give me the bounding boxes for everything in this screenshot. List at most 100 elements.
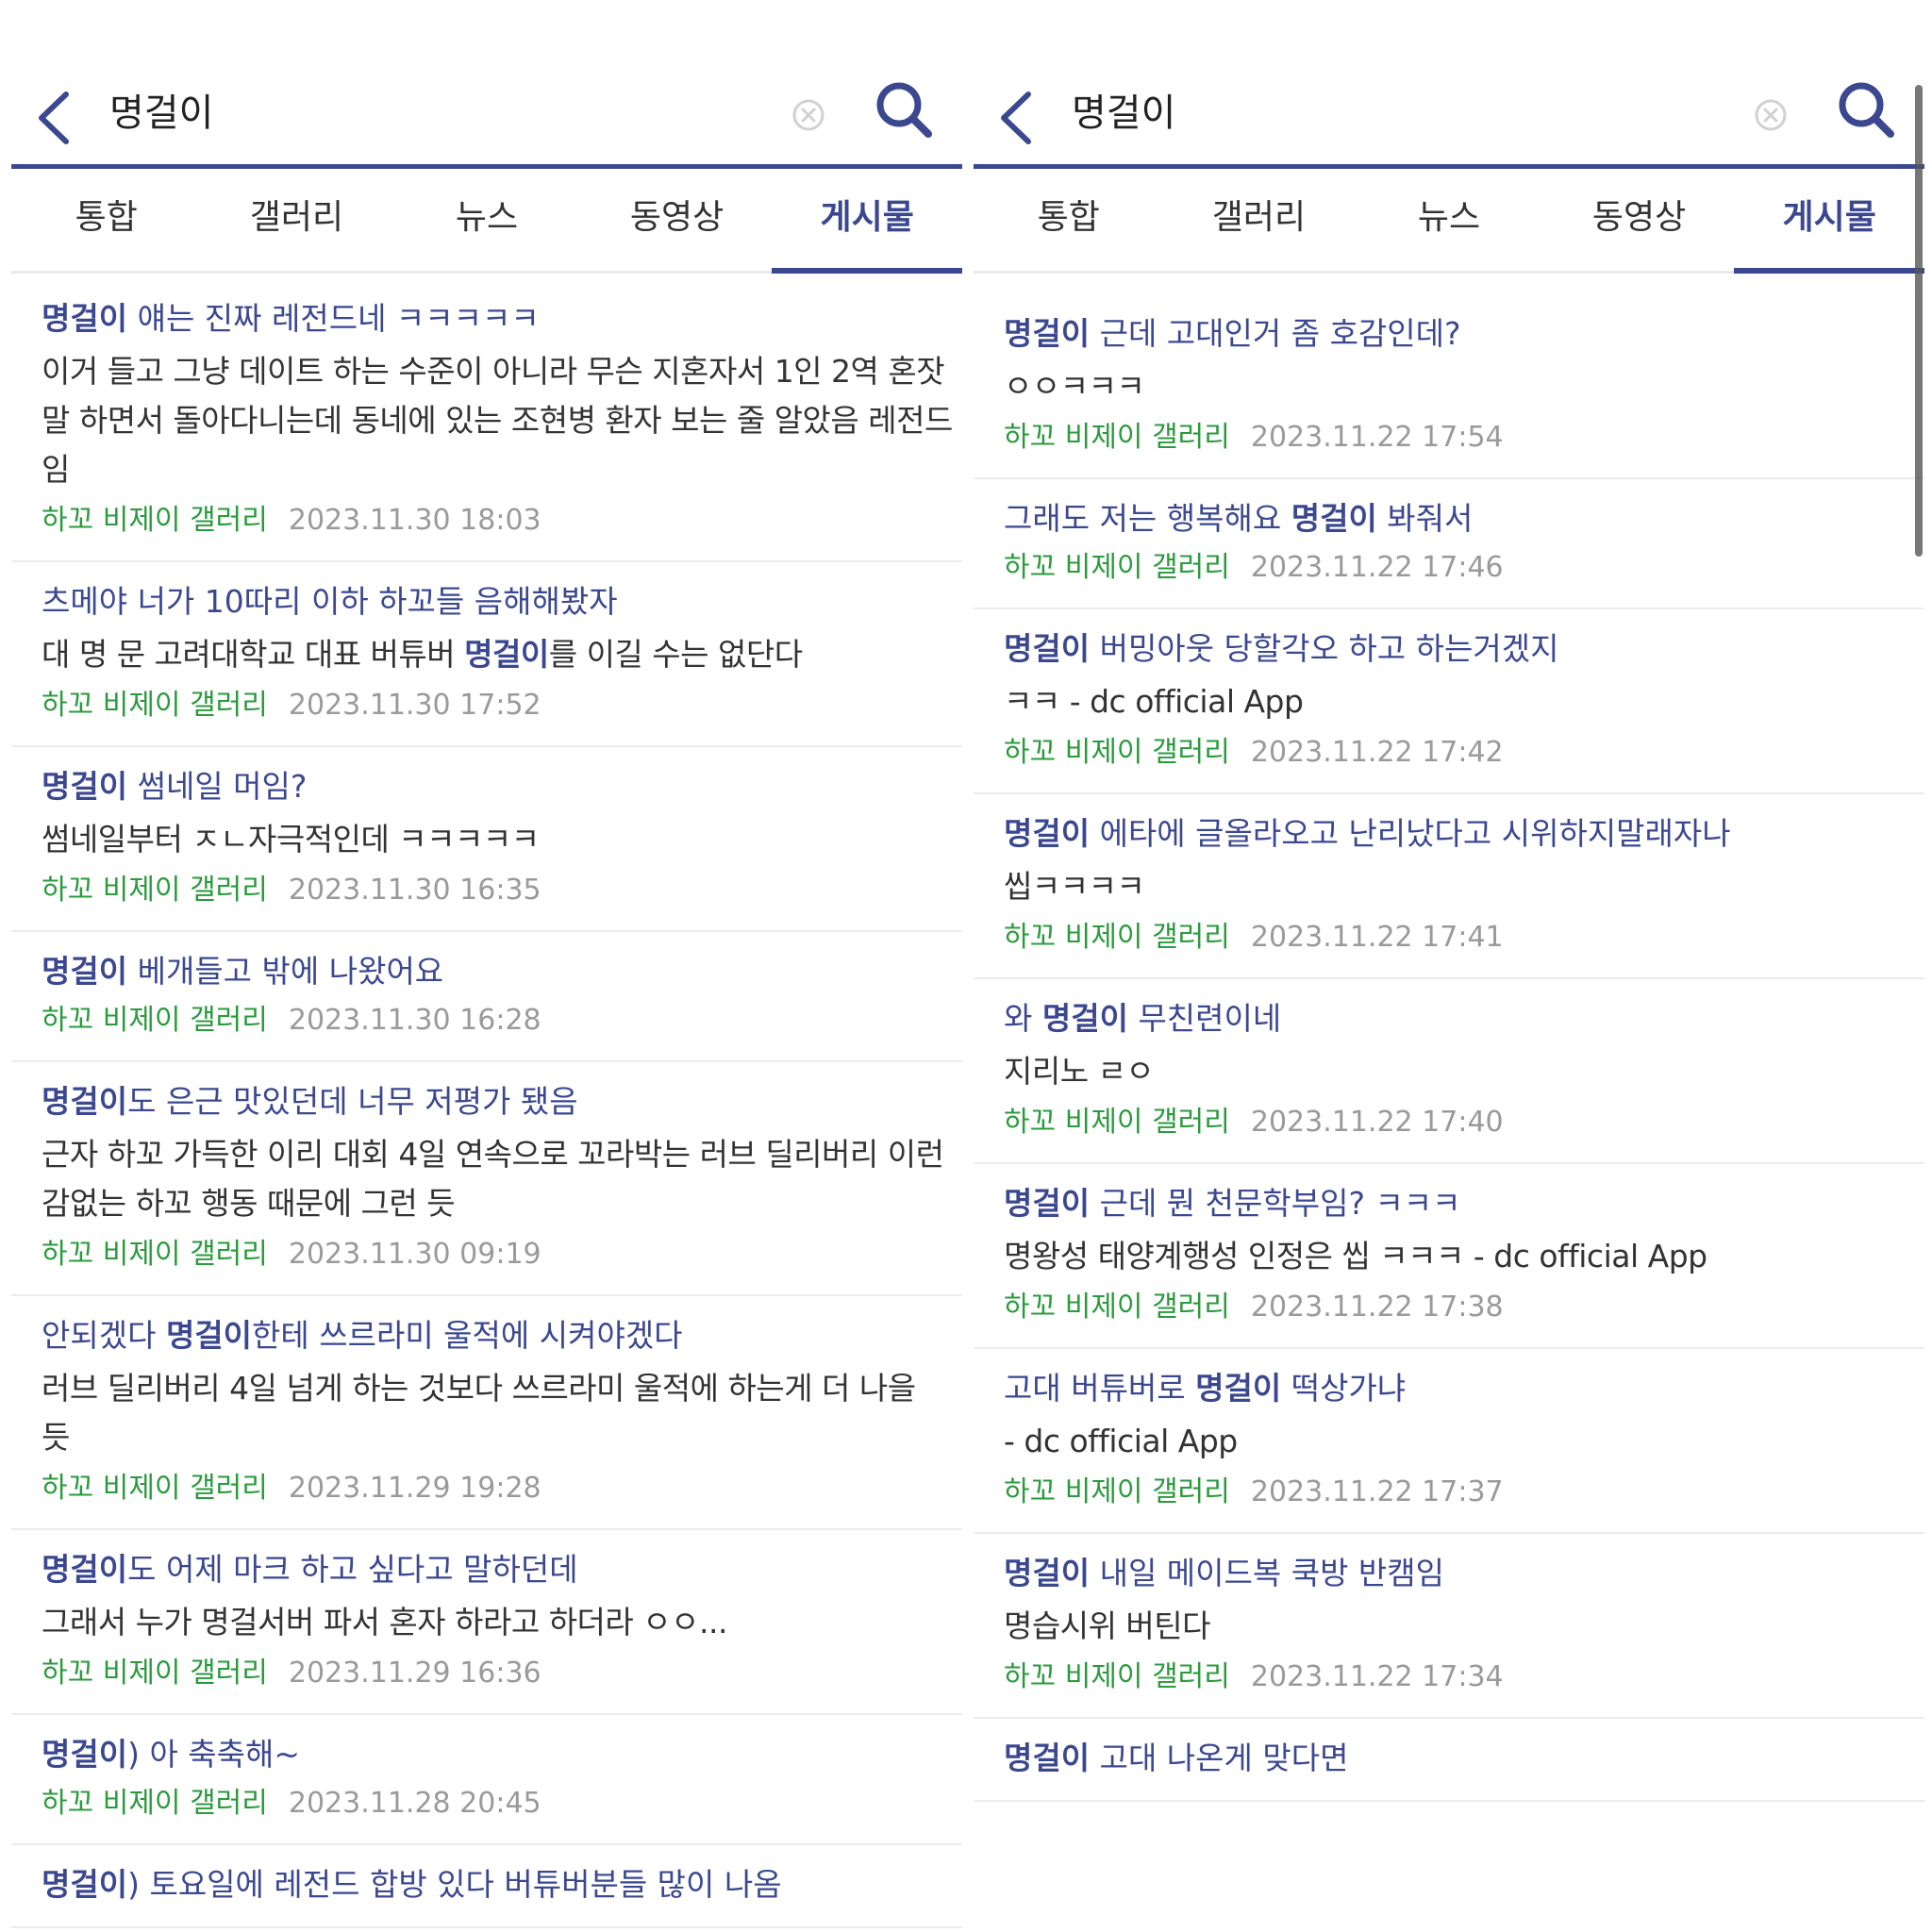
result-item[interactable]: 명걸이) 토요일에 레전드 합방 있다 버튜버분들 많이 나옴 (11, 1845, 962, 1928)
gallery-link[interactable]: 하꼬 비제이 갤러리 (1004, 1106, 1230, 1139)
result-snippet: ㅇㅇㅋㅋㅋ (1004, 362, 1915, 411)
result-item[interactable]: 명걸이도 은근 맛있던데 너무 저평가 됐음근자 하꼬 가득한 이리 대회 4일… (11, 1062, 962, 1296)
result-meta: 하꼬 비제이 갤러리 2023.11.22 17:41 (1004, 917, 1915, 958)
clear-icon[interactable] (791, 98, 825, 132)
clear-icon[interactable] (1754, 98, 1788, 132)
result-title[interactable]: 명걸이 근데 뭔 천문학부임? ㅋㅋㅋ (1004, 1181, 1915, 1226)
result-item[interactable]: 명걸이 고대 나온게 맞다면 (974, 1719, 1924, 1802)
result-title[interactable]: 명걸이 썸네일 머임? (42, 764, 953, 809)
result-title[interactable]: 명걸이 베개들고 밖에 나왔어요 (42, 949, 953, 994)
result-item[interactable]: 명걸이 베개들고 밖에 나왔어요 하꼬 비제이 갤러리 2023.11.30 16:… (11, 932, 962, 1062)
gallery-link[interactable]: 하꼬 비제이 갤러리 (1004, 1291, 1230, 1324)
tab-integrated[interactable]: 통합 (11, 169, 202, 271)
result-item[interactable]: 명걸이) 아 축축해~ 하꼬 비제이 갤러리 2023.11.28 20:45 (11, 1715, 962, 1845)
gallery-link[interactable]: 하꼬 비제이 갤러리 (42, 1472, 268, 1505)
gallery-link[interactable]: 하꼬 비제이 갤러리 (42, 1238, 268, 1271)
search-bar: 명걸이 (11, 66, 962, 169)
result-snippet: 근자 하꼬 가득한 이리 대회 4일 연속으로 꼬라박는 러브 딜리버리 이런 … (42, 1130, 953, 1228)
result-title[interactable]: 명걸이도 은근 맛있던데 너무 저평가 됐음 (42, 1079, 953, 1124)
gallery-link[interactable]: 하꼬 비제이 갤러리 (42, 874, 268, 907)
result-title[interactable]: 츠메야 너가 10따리 이하 하꼬들 음해해봤자 (42, 579, 953, 625)
result-title[interactable]: 와 명걸이 무친련이네 (1004, 996, 1915, 1041)
text-segment: 와 (1004, 1000, 1042, 1037)
keyword-highlight: 명걸이 (1004, 1740, 1091, 1776)
gallery-link[interactable]: 하꼬 비제이 갤러리 (1004, 1660, 1230, 1693)
result-item[interactable]: 명걸이 썸네일 머임? 썸네일부터 ㅈㄴ자극적인데 ㅋㅋㅋㅋㅋ 하꼬 비제이 갤러리… (11, 747, 962, 932)
gallery-link[interactable]: 하꼬 비제이 갤러리 (1004, 1475, 1230, 1508)
result-snippet: 씹ㅋㅋㅋㅋ (1004, 862, 1915, 911)
gallery-link[interactable]: 하꼬 비제이 갤러리 (42, 504, 268, 537)
tab-bar: 통합 갤러리 뉴스 동영상 게시물 (11, 169, 962, 274)
gallery-link[interactable]: 하꼬 비제이 갤러리 (1004, 551, 1230, 584)
results-list: 명걸이 얘는 진짜 레전드네 ㅋㅋㅋㅋㅋ 이거 들고 그냥 데이트 하는 수준이 … (11, 279, 962, 1932)
gallery-link[interactable]: 하꼬 비제이 갤러리 (1004, 921, 1230, 954)
result-item[interactable]: 명걸이 내일 메이드복 쿡방 반캠임명습시위 버틴다하꼬 비제이 갤러리 2023… (974, 1534, 1924, 1719)
scrollbar[interactable] (1915, 85, 1923, 557)
post-date: 2023.11.22 17:41 (1250, 921, 1504, 954)
result-item[interactable]: 명걸이 에타에 글올라오고 난리났다고 시위하지말래자나씹ㅋㅋㅋㅋ 하꼬 비제이 … (974, 794, 1924, 979)
text-segment: 무친련이네 (1127, 1000, 1282, 1037)
text-segment: ㅇㅇㅋㅋㅋ (1004, 368, 1145, 405)
result-snippet: 명습시위 버틴다 (1004, 1602, 1915, 1651)
tab-news[interactable]: 뉴스 (391, 169, 582, 271)
text-segment: 를 이길 수는 없단다 (548, 636, 803, 673)
back-arrow-icon[interactable] (996, 91, 1038, 145)
result-item[interactable]: 명걸이 근데 뭔 천문학부임? ㅋㅋㅋ 명왕성 태양계행성 인정은 씹 ㅋㅋㅋ -… (974, 1164, 1924, 1349)
result-item[interactable]: 와 명걸이 무친련이네지리노 ㄹㅇ 하꼬 비제이 갤러리 2023.11.22 17… (974, 979, 1924, 1164)
result-snippet: 지리노 ㄹㅇ (1004, 1047, 1915, 1096)
tab-video[interactable]: 동영상 (1544, 169, 1735, 271)
result-title[interactable]: 명걸이 내일 메이드복 쿡방 반캠임 (1004, 1551, 1915, 1596)
result-title[interactable]: 안되겠다 명걸이한테 쓰르라미 울적에 시켜야겠다 (42, 1313, 953, 1358)
back-arrow-icon[interactable] (34, 91, 75, 145)
gallery-link[interactable]: 하꼬 비제이 갤러리 (42, 1787, 268, 1820)
result-title[interactable]: 명걸이 버밍아웃 당할각오 하고 하는거겠지 (1004, 626, 1915, 672)
result-meta: 하꼬 비제이 갤러리 2023.11.22 17:34 (1004, 1657, 1915, 1698)
post-date: 2023.11.22 17:40 (1250, 1106, 1504, 1139)
gallery-link[interactable]: 하꼬 비제이 갤러리 (42, 1004, 268, 1037)
search-icon[interactable] (874, 79, 936, 142)
result-title[interactable]: 명걸이 근데 고대인거 좀 호감인데? (1004, 311, 1915, 357)
tab-gallery[interactable]: 갤러리 (202, 169, 392, 271)
text-segment: 이거 들고 그냥 데이트 하는 수준이 아니라 무슨 지혼자서 1인 2역 혼잣… (42, 353, 953, 488)
text-segment: ㅋㅋ - dc official App (1004, 683, 1304, 720)
text-segment: 도 어제 마크 하고 싶다고 말하던데 (127, 1551, 578, 1588)
result-title[interactable]: 고대 버튜버로 명걸이 떡상가냐 (1004, 1366, 1915, 1411)
result-item[interactable]: 그래도 저는 행복해요 명걸이 봐줘서 하꼬 비제이 갤러리 2023.11.22 … (974, 479, 1924, 609)
gallery-link[interactable]: 하꼬 비제이 갤러리 (42, 689, 268, 722)
text-segment: 그래도 저는 행복해요 (1004, 500, 1291, 537)
tab-news[interactable]: 뉴스 (1354, 169, 1544, 271)
result-title[interactable]: 명걸이 에타에 글올라오고 난리났다고 시위하지말래자나 (1004, 811, 1915, 857)
result-meta: 하꼬 비제이 갤러리 2023.11.22 17:38 (1004, 1287, 1915, 1328)
result-item[interactable]: 명걸이도 어제 마크 하고 싶다고 말하던데그래서 누가 명걸서버 파서 혼자 … (11, 1530, 962, 1715)
result-item[interactable]: 츠메야 너가 10따리 이하 하꼬들 음해해봤자 대 명 문 고려대학교 대표 버… (11, 562, 962, 747)
text-segment: 그래서 누가 명걸서버 파서 혼자 하라고 하더라 ㅇㅇ... (42, 1604, 727, 1641)
search-bar: 명걸이 (974, 66, 1924, 169)
result-title[interactable]: 명걸이 고대 나온게 맞다면 (1004, 1736, 1915, 1781)
search-input[interactable]: 명걸이 (109, 87, 213, 140)
result-item[interactable]: 고대 버튜버로 명걸이 떡상가냐 - dc official App 하꼬 비제이 … (974, 1349, 1924, 1534)
tab-integrated[interactable]: 통합 (974, 169, 1164, 271)
search-input[interactable]: 명걸이 (1072, 87, 1175, 140)
tab-posts[interactable]: 게시물 (772, 169, 962, 274)
search-icon[interactable] (1836, 79, 1898, 142)
result-item[interactable]: 명걸이 근데 고대인거 좀 호감인데? ㅇㅇㅋㅋㅋ 하꼬 비제이 갤러리 2023.1… (974, 294, 1924, 479)
gallery-link[interactable]: 하꼬 비제이 갤러리 (1004, 736, 1230, 769)
result-title[interactable]: 명걸이) 토요일에 레전드 합방 있다 버튜버분들 많이 나옴 (42, 1862, 953, 1907)
gallery-link[interactable]: 하꼬 비제이 갤러리 (42, 1657, 268, 1690)
keyword-highlight: 명걸이 (1195, 1370, 1282, 1407)
result-item[interactable]: 명걸이 얘는 진짜 레전드네 ㅋㅋㅋㅋㅋ 이거 들고 그냥 데이트 하는 수준이 … (11, 279, 962, 562)
result-title[interactable]: 명걸이) 아 축축해~ (42, 1732, 953, 1777)
tab-posts[interactable]: 게시물 (1734, 169, 1924, 274)
keyword-highlight: 명걸이 (42, 1866, 128, 1903)
tab-video[interactable]: 동영상 (582, 169, 773, 271)
result-title[interactable]: 그래도 저는 행복해요 명걸이 봐줘서 (1004, 496, 1915, 541)
result-item[interactable]: 명걸이 버밍아웃 당할각오 하고 하는거겠지 ㅋㅋ - dc official A… (974, 609, 1924, 794)
post-date: 2023.11.30 18:03 (288, 504, 541, 537)
result-item[interactable]: 안되겠다 명걸이한테 쓰르라미 울적에 시켜야겠다 러브 딜리버리 4일 넘게 하… (11, 1296, 962, 1530)
tab-gallery[interactable]: 갤러리 (1164, 169, 1355, 271)
result-snippet: 그래서 누가 명걸서버 파서 혼자 하라고 하더라 ㅇㅇ... (42, 1598, 953, 1647)
gallery-link[interactable]: 하꼬 비제이 갤러리 (1004, 421, 1230, 454)
result-title[interactable]: 명걸이 얘는 진짜 레전드네 ㅋㅋㅋㅋㅋ (42, 296, 953, 341)
result-title[interactable]: 명걸이도 어제 마크 하고 싶다고 말하던데 (42, 1547, 953, 1592)
text-segment: 도 은근 맛있던데 너무 저평가 됐음 (127, 1083, 578, 1120)
